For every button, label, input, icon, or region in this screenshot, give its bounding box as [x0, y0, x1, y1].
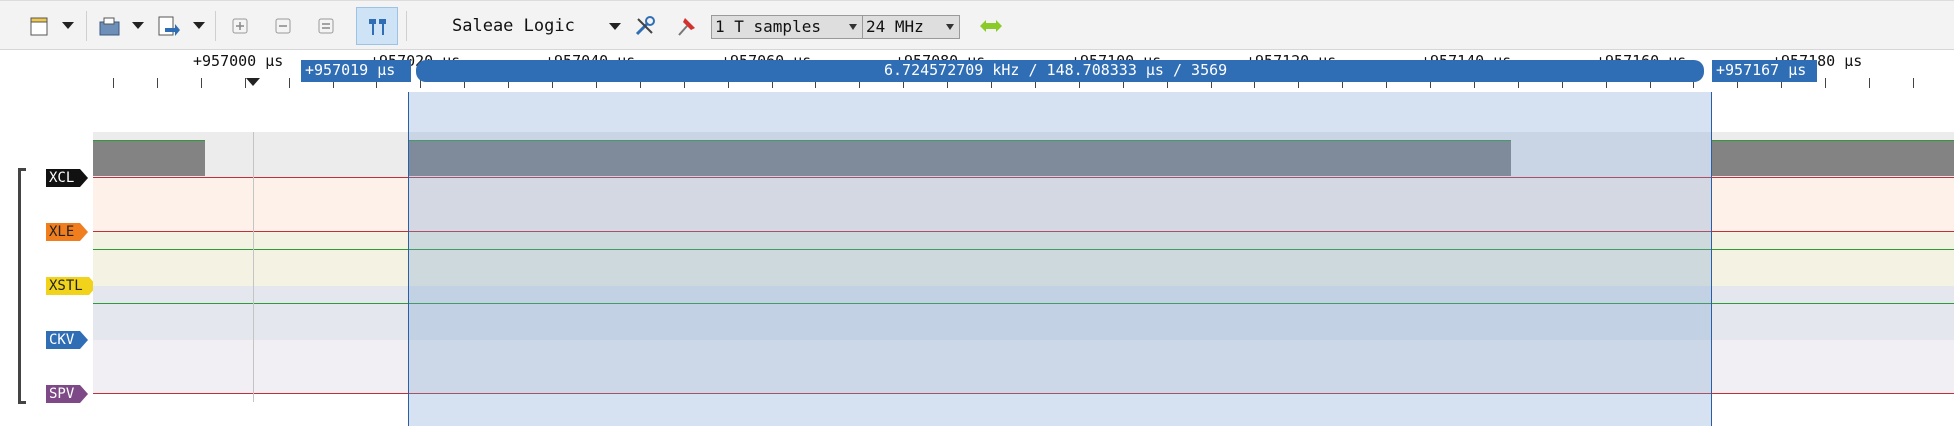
zoom-fit-icon[interactable]: [316, 11, 336, 41]
xcl-high-edge: [93, 140, 205, 141]
new-session-dropdown-icon[interactable]: [62, 22, 74, 29]
rate-select[interactable]: 24 MHz: [862, 15, 960, 39]
settings-icon[interactable]: [632, 11, 658, 41]
export-dropdown-icon[interactable]: [193, 22, 205, 29]
zoom-in-icon[interactable]: [230, 11, 250, 41]
chevron-down-icon: [946, 24, 954, 30]
channel-group-bracket: [18, 168, 26, 404]
waveform-area[interactable]: [93, 92, 1954, 426]
ruler-tick: [200, 78, 202, 88]
export-icon[interactable]: [155, 11, 181, 41]
trigger-icon[interactable]: [675, 11, 699, 41]
channel-list: XCL XLE XSTL CKV SPV: [0, 92, 97, 426]
channel-label-spv[interactable]: SPV: [46, 385, 88, 403]
start-icon[interactable]: [978, 11, 1004, 41]
open-dropdown-icon[interactable]: [132, 22, 144, 29]
channel-label-xcl[interactable]: XCL: [46, 169, 88, 187]
open-icon[interactable]: [98, 11, 122, 41]
markers-toggle-button[interactable]: [356, 7, 398, 45]
left-marker-label: +957019 µs: [305, 61, 396, 79]
samples-value: 1 T samples: [715, 17, 821, 36]
rate-value: 24 MHz: [866, 17, 924, 36]
ruler-tick: [1869, 78, 1870, 88]
ruler-label: +957000 µs: [193, 52, 284, 70]
selection-region[interactable]: [408, 92, 1712, 426]
toolbar-separator: [215, 11, 216, 41]
markers-icon: [366, 16, 390, 42]
device-dropdown-icon[interactable]: [609, 23, 621, 30]
ruler-tick: [156, 78, 158, 88]
samples-select[interactable]: 1 T samples: [711, 15, 863, 39]
trigger-cursor-line: [253, 132, 254, 402]
ruler-tick: [1825, 78, 1827, 88]
toolbar-separator: [406, 11, 407, 41]
device-name: Saleae Logic: [452, 16, 575, 36]
toolbar: Saleae Logic 1 T samples 24 MHz: [0, 0, 1954, 50]
measurement-label: 6.724572709 kHz / 148.708333 µs / 3569: [884, 61, 1228, 79]
channel-label-ckv[interactable]: CKV: [46, 331, 88, 349]
ruler-tick: [113, 78, 114, 88]
ruler-tick: [288, 78, 290, 88]
zoom-out-icon[interactable]: [273, 11, 293, 41]
right-marker-label: +957167 µs: [1716, 61, 1807, 79]
chevron-down-icon: [849, 24, 857, 30]
new-session-icon[interactable]: [28, 11, 50, 41]
xcl-high-pulse: [93, 141, 205, 176]
toolbar-separator: [86, 11, 87, 41]
channel-label-xstl[interactable]: XSTL: [46, 277, 97, 295]
xcl-high-edge: [1712, 140, 1954, 141]
ruler-tick: [1912, 78, 1914, 88]
xcl-high-pulse: [1712, 141, 1954, 176]
channel-label-xle[interactable]: XLE: [46, 223, 88, 241]
trigger-marker-icon: [246, 78, 260, 86]
